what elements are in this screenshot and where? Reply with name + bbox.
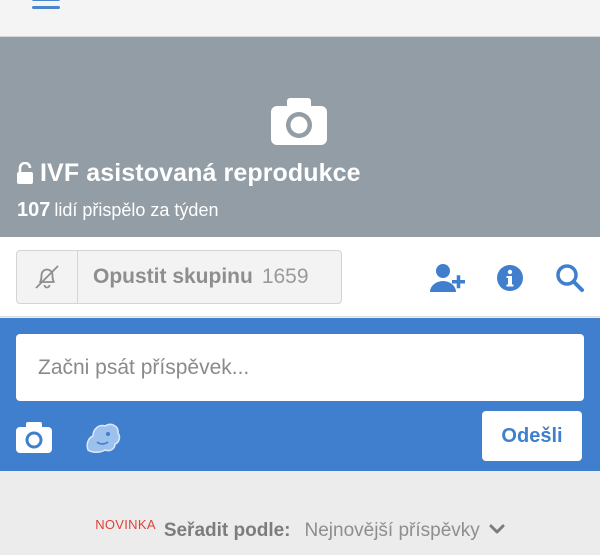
send-button[interactable]: Odešli [482, 411, 582, 461]
sort-bar: NOVINKA Seřadit podle: Nejnovější příspě… [0, 505, 600, 555]
sticker-icon[interactable] [84, 418, 122, 454]
new-badge: NOVINKA [95, 517, 156, 532]
group-title-row: IVF asistovaná reprodukce [16, 159, 361, 187]
post-input[interactable] [16, 334, 584, 401]
leave-group-label: Opustit skupinu [93, 265, 253, 288]
add-user-icon [430, 264, 465, 292]
camera-icon[interactable] [271, 97, 327, 145]
add-member-button[interactable] [430, 262, 466, 294]
member-count: 1659 [261, 265, 309, 288]
contributor-count: 107 [17, 199, 51, 221]
bell-off-icon [35, 265, 59, 289]
sort-select[interactable]: Nejnovější příspěvky [305, 520, 480, 542]
mute-notifications-button[interactable] [17, 251, 78, 303]
unlock-icon [17, 162, 33, 184]
menu-icon[interactable] [32, 0, 60, 14]
search-button[interactable] [552, 262, 588, 294]
add-photo-icon[interactable] [16, 421, 52, 453]
group-info-button[interactable] [492, 262, 528, 294]
top-bar [0, 0, 600, 37]
membership-controls: Opustit skupinu 1659 [16, 250, 342, 304]
group-title: IVF asistovaná reprodukce [40, 158, 361, 187]
contributors-text: lidí přispělo za týden [54, 200, 219, 220]
info-icon [497, 265, 523, 291]
group-cover: IVF asistovaná reprodukce 107 lidí přispě… [0, 37, 600, 237]
sort-label: Seřadit podle: [163, 520, 291, 541]
weekly-stats: 107 lidí přispělo za týden [17, 199, 218, 222]
search-icon [556, 264, 584, 292]
chevron-down-icon[interactable] [489, 524, 505, 536]
group-actions: Opustit skupinu 1659 [0, 237, 600, 317]
post-composer: Odešli [0, 318, 600, 471]
leave-group-button[interactable]: Opustit skupinu 1659 [78, 251, 341, 303]
